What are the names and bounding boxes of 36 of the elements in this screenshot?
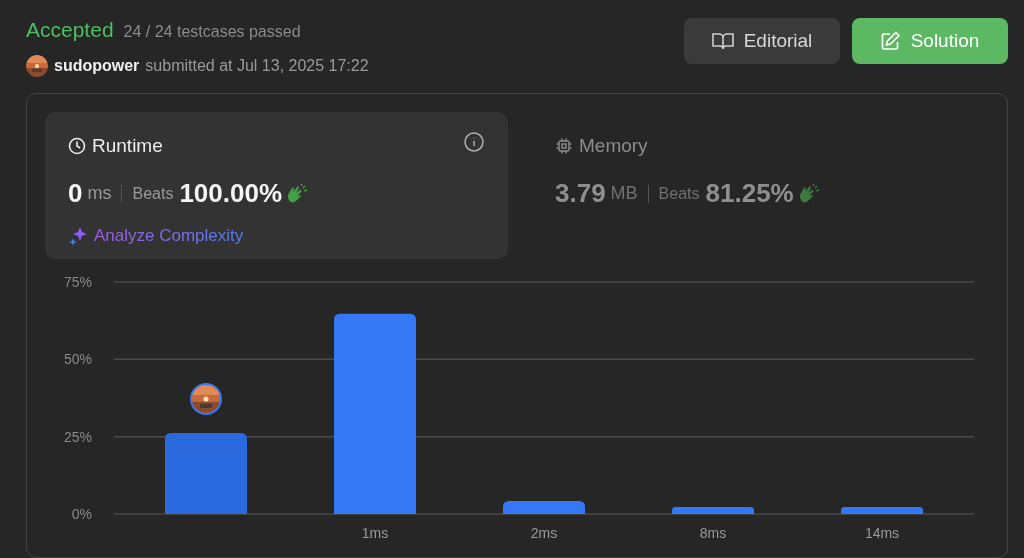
y-axis-label: 0%: [71, 505, 92, 522]
beats-percentage: 100.00%: [179, 177, 283, 210]
beats-label: Beats: [132, 183, 174, 204]
username-link[interactable]: sudopower: [54, 53, 140, 78]
status-title: Accepted: [26, 17, 114, 43]
clock-icon: [68, 136, 86, 155]
metric-title: Memory: [579, 133, 648, 158]
chip-icon: [555, 136, 573, 155]
book-icon: [711, 32, 734, 50]
x-axis-label: 14ms: [864, 524, 900, 541]
metric-value: 0: [68, 177, 83, 210]
y-axis-label: 75%: [63, 273, 92, 290]
bar[interactable]: [503, 500, 585, 514]
metric-card[interactable]: Runtime 0 ms Beats 100.00% Analyze Complexity: [45, 111, 508, 259]
beats-percentage: 81.25%: [705, 177, 794, 210]
info-icon[interactable]: [464, 131, 484, 152]
editorial-button[interactable]: Editorial: [684, 18, 840, 64]
metric-unit: ms: [87, 182, 112, 205]
clapping-hands-icon: [797, 183, 820, 204]
y-axis-label: 25%: [63, 428, 92, 445]
submitted-text: submitted at Jul 13, 2025 17:22: [145, 55, 369, 76]
metric-card[interactable]: Memory 3.79 MB Beats 81.25%: [550, 111, 950, 259]
sparkle-icon: [68, 225, 88, 246]
clapping-hands-icon: [286, 183, 309, 204]
edit-icon: [880, 31, 901, 51]
metric-unit: MB: [610, 182, 638, 205]
x-axis-label: 1ms: [361, 524, 389, 541]
bar[interactable]: [841, 506, 923, 514]
metric-title: Runtime: [92, 133, 163, 158]
x-axis-label: 2ms: [530, 524, 558, 541]
y-axis-label: 50%: [63, 350, 92, 367]
testcases-text: 24 / 24 testcases passed: [123, 22, 301, 42]
metric-value: 3.79: [555, 177, 606, 210]
bar[interactable]: [672, 506, 754, 514]
x-axis-label: 8ms: [699, 524, 727, 541]
beats-label: Beats: [658, 183, 700, 204]
